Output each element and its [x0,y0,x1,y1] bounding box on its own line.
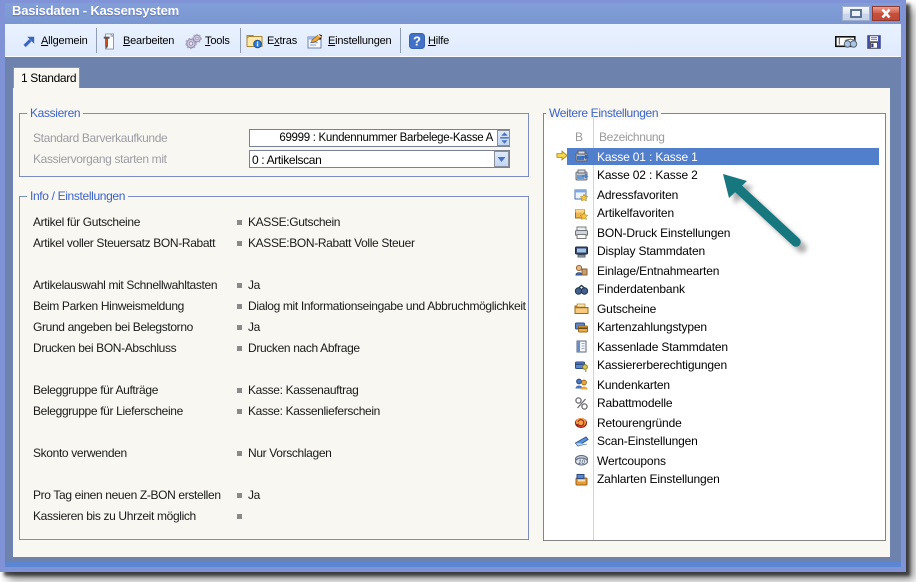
svg-text:I: I [838,37,841,47]
svg-text:?: ? [413,34,421,49]
svg-text:10: 10 [578,460,585,466]
